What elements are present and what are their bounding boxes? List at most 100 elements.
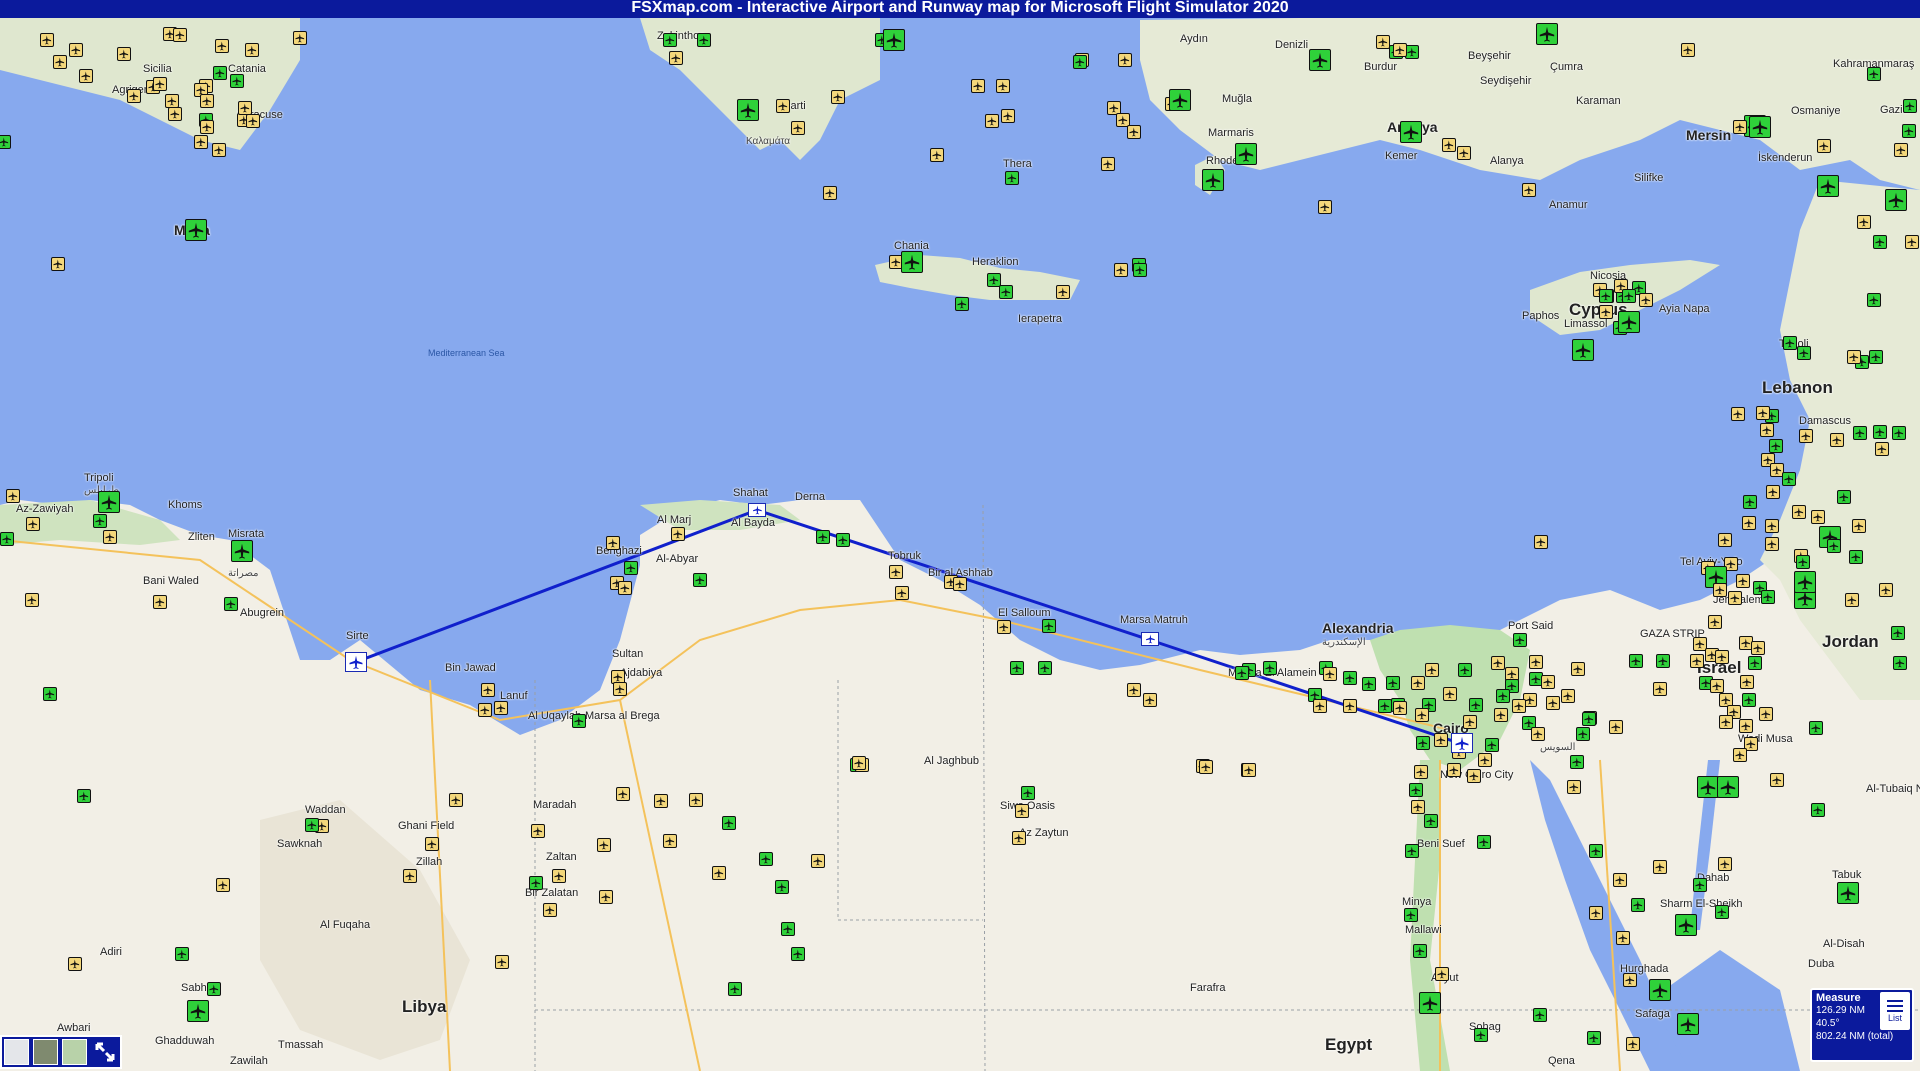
- airport-marker[interactable]: [1894, 143, 1908, 157]
- airport-marker[interactable]: [1742, 516, 1756, 530]
- airport-marker[interactable]: [1733, 748, 1747, 762]
- airport-marker[interactable]: [1718, 857, 1732, 871]
- airport-marker[interactable]: [543, 903, 557, 917]
- airport-marker[interactable]: [996, 79, 1010, 93]
- airport-marker[interactable]: [1653, 860, 1667, 874]
- airport-marker-green[interactable]: [999, 285, 1013, 299]
- airport-marker-green[interactable]: [1485, 738, 1499, 752]
- airport-marker-green[interactable]: [93, 514, 107, 528]
- airport-marker-green[interactable]: [1576, 727, 1590, 741]
- airport-marker-green[interactable]: [1038, 661, 1052, 675]
- airport-marker[interactable]: [117, 47, 131, 61]
- airport-marker-green[interactable]: [1405, 45, 1419, 59]
- airport-marker[interactable]: [1690, 654, 1704, 668]
- airport-marker[interactable]: [1875, 442, 1889, 456]
- airport-marker[interactable]: [971, 79, 985, 93]
- airport-marker-large[interactable]: [1794, 571, 1816, 593]
- airport-marker[interactable]: [1756, 406, 1770, 420]
- airport-marker[interactable]: [1015, 804, 1029, 818]
- airport-marker[interactable]: [1852, 519, 1866, 533]
- airport-marker[interactable]: [127, 89, 141, 103]
- airport-marker[interactable]: [552, 869, 566, 883]
- airport-marker[interactable]: [895, 586, 909, 600]
- airport-marker-green[interactable]: [1021, 786, 1035, 800]
- airport-marker-large[interactable]: [1677, 1013, 1699, 1035]
- airport-marker[interactable]: [1199, 760, 1213, 774]
- airport-marker-green[interactable]: [1133, 263, 1147, 277]
- airport-marker-green[interactable]: [1386, 676, 1400, 690]
- airport-marker[interactable]: [1623, 973, 1637, 987]
- airport-marker[interactable]: [216, 878, 230, 892]
- airport-marker[interactable]: [1561, 689, 1575, 703]
- fullscreen-button[interactable]: [91, 1038, 119, 1066]
- airport-marker[interactable]: [1434, 733, 1448, 747]
- airport-marker[interactable]: [168, 107, 182, 121]
- airport-marker-green[interactable]: [1413, 944, 1427, 958]
- airport-marker[interactable]: [1318, 200, 1332, 214]
- airport-marker[interactable]: [1118, 53, 1132, 67]
- route-waypoint-marsa-matruh[interactable]: [1141, 632, 1159, 646]
- airport-marker[interactable]: [1759, 707, 1773, 721]
- airport-marker-green[interactable]: [1837, 490, 1851, 504]
- airport-marker-green[interactable]: [1477, 835, 1491, 849]
- airport-marker-green[interactable]: [1873, 235, 1887, 249]
- airport-marker[interactable]: [712, 866, 726, 880]
- airport-marker-green[interactable]: [1873, 425, 1887, 439]
- airport-marker[interactable]: [531, 824, 545, 838]
- airport-marker[interactable]: [51, 257, 65, 271]
- airport-marker[interactable]: [1393, 43, 1407, 57]
- airport-marker-large[interactable]: [185, 219, 207, 241]
- airport-marker-large[interactable]: [1885, 189, 1907, 211]
- airport-marker-green[interactable]: [1496, 689, 1510, 703]
- airport-marker[interactable]: [669, 51, 683, 65]
- airport-marker-green[interactable]: [77, 789, 91, 803]
- airport-marker-large[interactable]: [98, 491, 120, 513]
- airport-marker[interactable]: [1728, 591, 1742, 605]
- airport-marker[interactable]: [293, 31, 307, 45]
- airport-marker[interactable]: [1376, 35, 1390, 49]
- airport-marker[interactable]: [1467, 769, 1481, 783]
- airport-marker[interactable]: [1534, 535, 1548, 549]
- airport-marker[interactable]: [194, 135, 208, 149]
- airport-marker-green[interactable]: [624, 561, 638, 575]
- airport-marker[interactable]: [831, 90, 845, 104]
- airport-marker[interactable]: [26, 517, 40, 531]
- airport-marker-green[interactable]: [1513, 633, 1527, 647]
- airport-marker[interactable]: [1639, 293, 1653, 307]
- airport-marker[interactable]: [1478, 753, 1492, 767]
- map-type-terrain-button[interactable]: [62, 1039, 88, 1065]
- airport-marker[interactable]: [53, 55, 67, 69]
- airport-marker[interactable]: [1817, 139, 1831, 153]
- airport-marker-green[interactable]: [1797, 346, 1811, 360]
- airport-marker[interactable]: [153, 77, 167, 91]
- airport-marker-green[interactable]: [1867, 293, 1881, 307]
- airport-marker-large[interactable]: [1817, 175, 1839, 197]
- airport-marker-green[interactable]: [1469, 698, 1483, 712]
- airport-marker[interactable]: [238, 101, 252, 115]
- airport-marker[interactable]: [1589, 906, 1603, 920]
- airport-marker-green[interactable]: [1416, 736, 1430, 750]
- airport-marker-green[interactable]: [1424, 814, 1438, 828]
- airport-marker-large[interactable]: [187, 1000, 209, 1022]
- airport-marker[interactable]: [425, 837, 439, 851]
- airport-marker-green[interactable]: [1891, 626, 1905, 640]
- airport-marker-green[interactable]: [1629, 654, 1643, 668]
- airport-marker-green[interactable]: [728, 982, 742, 996]
- airport-marker-green[interactable]: [1362, 677, 1376, 691]
- airport-marker-large[interactable]: [1309, 49, 1331, 71]
- airport-marker[interactable]: [776, 99, 790, 113]
- airport-marker[interactable]: [1463, 715, 1477, 729]
- airport-marker[interactable]: [1710, 679, 1724, 693]
- airport-marker[interactable]: [599, 890, 613, 904]
- airport-marker-green[interactable]: [693, 573, 707, 587]
- airport-marker[interactable]: [1740, 675, 1754, 689]
- airport-marker-green[interactable]: [175, 947, 189, 961]
- airport-marker[interactable]: [1879, 583, 1893, 597]
- airport-marker[interactable]: [1531, 727, 1545, 741]
- airport-marker[interactable]: [1494, 708, 1508, 722]
- airport-marker[interactable]: [1522, 183, 1536, 197]
- airport-marker-green[interactable]: [1458, 663, 1472, 677]
- airport-marker[interactable]: [606, 536, 620, 550]
- airport-marker-large[interactable]: [1536, 23, 1558, 45]
- airport-marker[interactable]: [791, 121, 805, 135]
